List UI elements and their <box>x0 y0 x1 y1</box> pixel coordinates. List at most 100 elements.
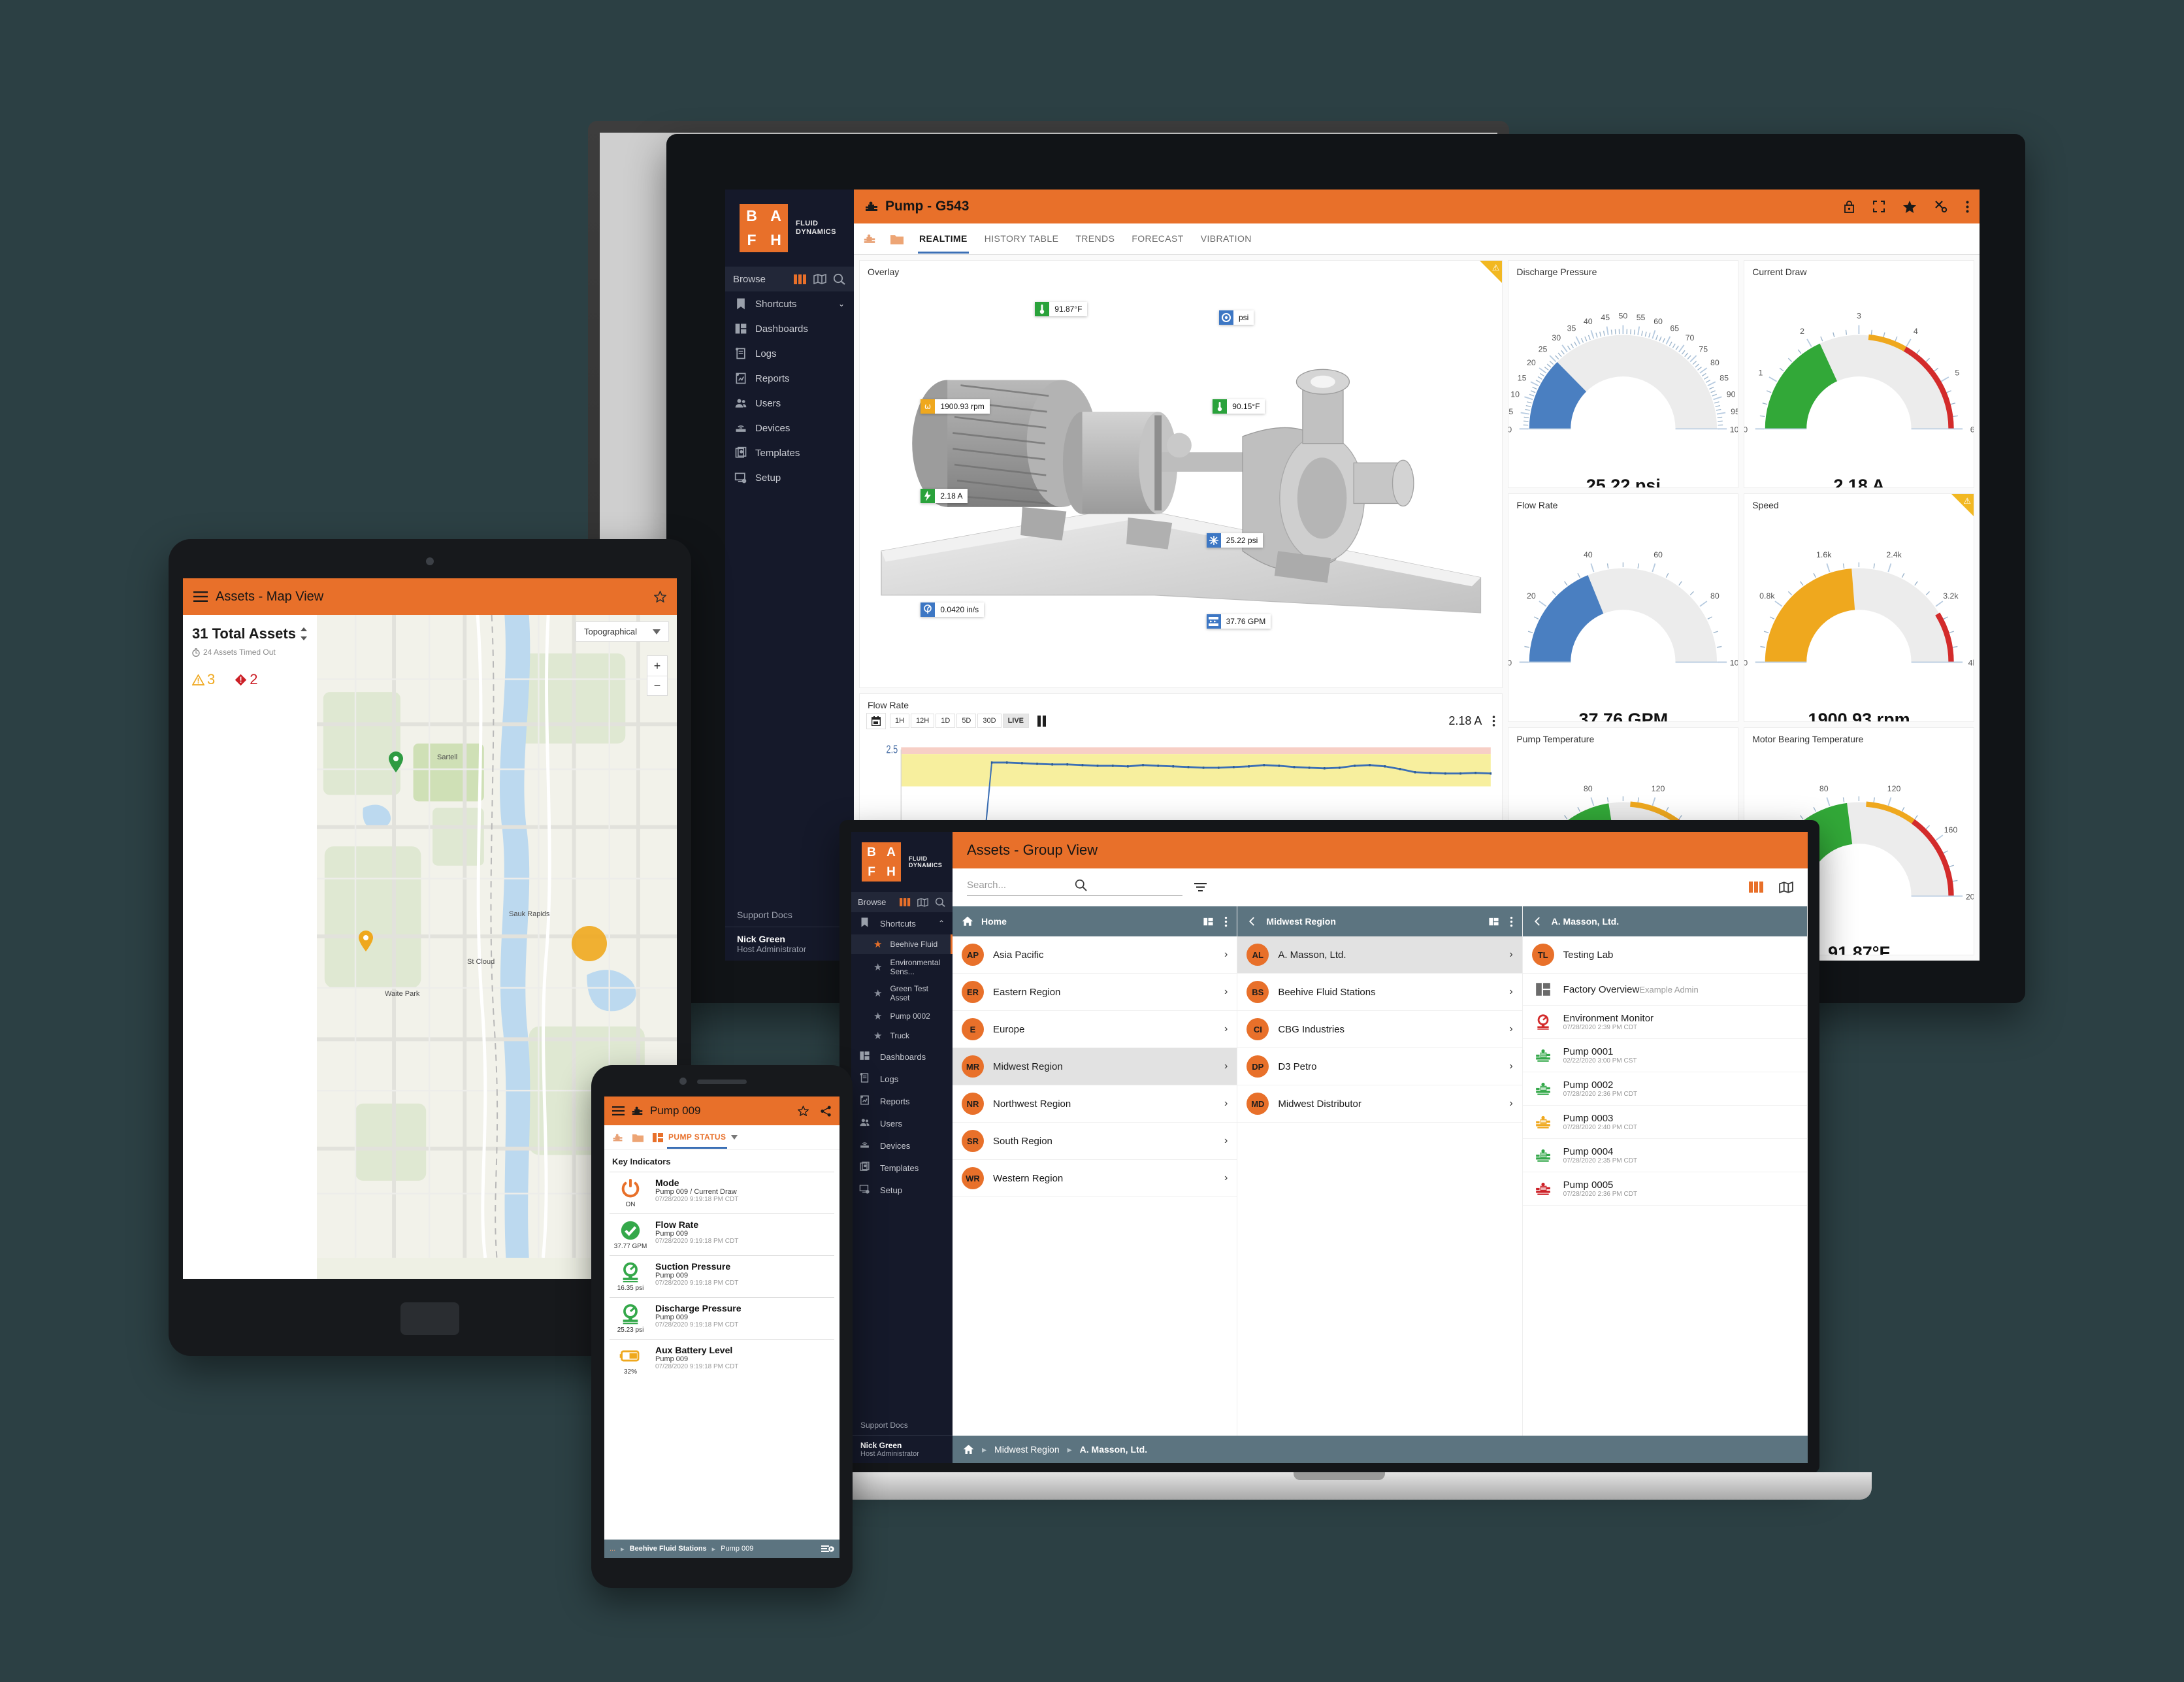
map-pin-amber[interactable] <box>357 930 374 952</box>
shortcut-item[interactable]: ★ Truck <box>851 1026 953 1046</box>
asset-pump-icon[interactable] <box>863 233 876 244</box>
range-12h[interactable]: 12H <box>911 714 935 729</box>
sidebar-item-users[interactable]: Users <box>725 391 854 416</box>
range-live[interactable]: LIVE <box>1002 714 1030 729</box>
home-icon[interactable] <box>962 915 973 927</box>
kebab-icon[interactable] <box>1492 716 1495 727</box>
overlay-badge[interactable]: 25.22 psi <box>1206 533 1263 548</box>
map-pin-green[interactable] <box>387 751 404 773</box>
chevron-right-icon[interactable]: › <box>1509 1061 1512 1072</box>
shortcut-item[interactable]: ★ Environmental Sens... <box>851 954 953 980</box>
range-1h[interactable]: 1H <box>890 714 910 729</box>
list-item[interactable]: WR Western Region › <box>953 1160 1237 1197</box>
sidebar-item-dashboards[interactable]: Dashboards <box>725 316 854 341</box>
tab-forecast[interactable]: FORECAST <box>1130 225 1184 254</box>
list-item[interactable]: Pump 0005 07/28/2020 2:36 PM CDT <box>1522 1172 1807 1206</box>
chevron-right-icon[interactable]: › <box>1509 1098 1512 1110</box>
list-item[interactable]: MD Midwest Distributor › <box>1237 1085 1522 1123</box>
gauge-card[interactable]: Current Draw01234562.18 A07/21/2020 10:0… <box>1744 260 1974 489</box>
kebab-icon[interactable] <box>1224 916 1228 927</box>
list-item[interactable]: AL A. Masson, Ltd. › <box>1237 936 1522 974</box>
list-arrow-icon[interactable] <box>821 1545 834 1553</box>
map-icon[interactable] <box>1779 882 1793 893</box>
range-1d[interactable]: 1D <box>936 714 956 729</box>
list-item[interactable]: Environment Monitor 07/28/2020 2:39 PM CD… <box>1522 1006 1807 1039</box>
chevron-down-icon[interactable] <box>731 1135 738 1140</box>
overlay-badge[interactable]: 37.76 GPM <box>1206 614 1271 629</box>
chevron-up-icon[interactable]: ⌃ <box>938 919 945 928</box>
kebab-icon[interactable] <box>1966 201 1969 213</box>
chevron-left-icon[interactable] <box>1247 915 1258 927</box>
overlay-badge[interactable]: 90.15°F <box>1213 399 1265 414</box>
shortcut-item[interactable]: ★ Green Test Asset <box>851 980 953 1006</box>
pause-icon[interactable] <box>1037 715 1047 727</box>
chevron-right-icon[interactable]: › <box>1509 986 1512 998</box>
tab-trends[interactable]: TRENDS <box>1074 225 1116 254</box>
overlay-badge[interactable]: 0.0420 in/s <box>921 602 985 617</box>
columns-icon[interactable] <box>1203 916 1214 927</box>
search-icon[interactable] <box>1075 879 1182 891</box>
search-icon[interactable] <box>833 273 846 285</box>
list-item[interactable]: AP Asia Pacific › <box>953 936 1237 974</box>
sidebar-item-users[interactable]: Users <box>851 1112 953 1134</box>
tab-vibration[interactable]: VIBRATION <box>1199 225 1253 254</box>
asset-pump-icon[interactable] <box>612 1133 623 1142</box>
sidebar-item-setup[interactable]: Setup <box>725 465 854 490</box>
list-item[interactable]: Pump 0004 07/28/2020 2:35 PM CDT <box>1522 1139 1807 1172</box>
chevron-right-icon[interactable]: › <box>1224 1135 1228 1147</box>
calendar-icon[interactable] <box>866 712 886 729</box>
chevron-right-icon[interactable]: › <box>1509 949 1512 961</box>
tab-realtime[interactable]: REALTIME <box>918 225 969 254</box>
key-indicator-row[interactable]: 16.35 psi Suction Pressure Pump 009 07/28/2… <box>610 1255 834 1297</box>
columns-icon[interactable] <box>794 274 807 284</box>
kebab-icon[interactable] <box>1510 916 1513 927</box>
shortcut-item[interactable]: ★ Pump 0002 <box>851 1006 953 1026</box>
breadcrumb-item-2[interactable]: Pump 009 <box>721 1545 753 1553</box>
key-indicator-row[interactable]: 32% Aux Battery Level Pump 009 07/28/2020 9… <box>610 1339 834 1381</box>
breadcrumb-item-0[interactable]: Midwest Region <box>994 1444 1060 1455</box>
tab-history-table[interactable]: HISTORY TABLE <box>983 225 1060 254</box>
zoom-in-button[interactable]: + <box>647 656 667 676</box>
pump-3d-scene[interactable]: 91.87°F psi ω 1900.93 rpm 90.15°F 2.18 A 25.22… <box>864 278 1498 684</box>
list-item[interactable]: CI CBG Industries › <box>1237 1011 1522 1048</box>
share-icon[interactable] <box>821 1105 832 1117</box>
chevron-right-icon[interactable]: › <box>1224 1098 1228 1110</box>
zoom-out-button[interactable]: − <box>647 676 667 695</box>
columns-icon[interactable] <box>1749 882 1763 893</box>
tab-pump-status[interactable]: PUMP STATUS <box>653 1126 738 1149</box>
chevron-right-icon[interactable]: › <box>1224 986 1228 998</box>
folder-icon[interactable] <box>632 1133 644 1142</box>
key-indicator-row[interactable]: 25.23 psi Discharge Pressure Pump 009 07/28… <box>610 1297 834 1339</box>
gauge-card[interactable]: Flow Rate02040608010037.76 GPM07/21/2020… <box>1508 493 1739 722</box>
list-item[interactable]: Pump 0003 07/28/2020 2:40 PM CDT <box>1522 1106 1807 1139</box>
star-outline-icon[interactable] <box>654 591 666 602</box>
list-item[interactable]: MR Midwest Region › <box>953 1048 1237 1085</box>
list-item[interactable]: TL Testing Lab <box>1522 936 1807 974</box>
star-icon[interactable] <box>1903 200 1916 213</box>
map-icon[interactable] <box>917 897 928 907</box>
breadcrumb-item-1[interactable]: A. Masson, Ltd. <box>1080 1444 1147 1455</box>
chevron-left-icon[interactable] <box>1532 915 1544 927</box>
sidebar-item-logs[interactable]: Logs <box>725 341 854 366</box>
columns-icon[interactable] <box>1488 916 1499 927</box>
sidebar-item-devices[interactable]: Devices <box>725 416 854 440</box>
sidebar-item-templates[interactable]: Templates <box>725 440 854 465</box>
sidebar-item-shortcuts[interactable]: Shortcuts ⌃ <box>851 912 953 934</box>
key-indicator-row[interactable]: ON Mode Pump 009 / Current Draw 07/28/2020 … <box>610 1172 834 1213</box>
search-icon[interactable] <box>935 897 946 907</box>
breadcrumb-overflow[interactable]: ... <box>610 1545 615 1553</box>
fullscreen-icon[interactable] <box>1873 201 1885 212</box>
chevron-down-icon[interactable]: ⌄ <box>838 299 845 308</box>
alarm-count-group[interactable]: 2 <box>235 671 258 688</box>
chevron-right-icon[interactable]: › <box>1224 1023 1228 1035</box>
chevron-right-icon[interactable]: › <box>1224 949 1228 961</box>
list-item[interactable]: SR South Region › <box>953 1123 1237 1160</box>
breadcrumb-item-1[interactable]: Beehive Fluid Stations <box>630 1545 707 1553</box>
sidebar-item-dashboards[interactable]: Dashboards <box>851 1046 953 1068</box>
search-input[interactable]: Search... <box>967 879 1182 896</box>
overlay-badge[interactable]: psi <box>1218 310 1254 325</box>
list-item[interactable]: Pump 0001 02/22/2020 3:00 PM CST <box>1522 1039 1807 1072</box>
sidebar-item-reports[interactable]: Reports <box>851 1090 953 1112</box>
lock-icon[interactable] <box>1844 200 1855 213</box>
sidebar-user[interactable]: Nick Green Host Administrator <box>851 1436 953 1463</box>
